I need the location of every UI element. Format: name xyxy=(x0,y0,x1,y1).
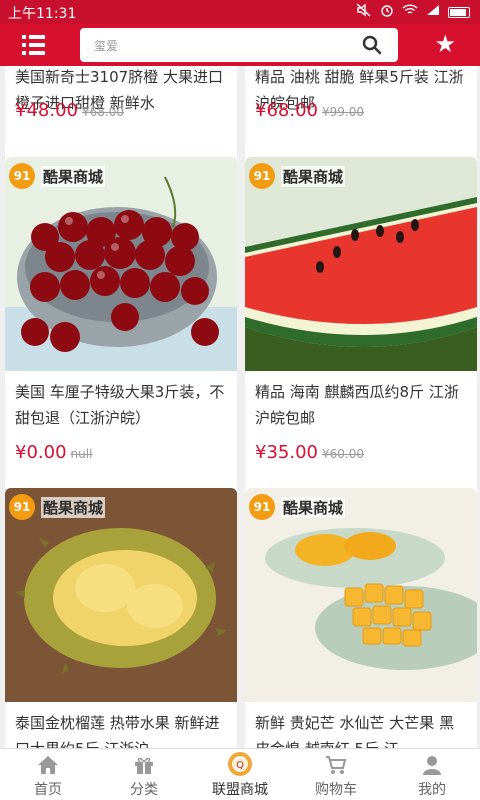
nav-label: 首页 xyxy=(34,782,62,798)
price-current: ¥48.00 xyxy=(15,100,78,121)
top-app-bar: 玺爱 ★ xyxy=(0,24,480,66)
product-card[interactable]: 91 酷果商城 新鲜 贵妃芒 水仙芒 大芒果 黑皮金煌 越南红 5斤 江 xyxy=(245,488,477,748)
brand-watermark: 91 酷果商城 xyxy=(9,163,106,189)
search-input[interactable]: 玺爱 xyxy=(80,28,398,62)
product-image-watermelon: 91 酷果商城 xyxy=(245,157,477,371)
product-title: 新鲜 贵妃芒 水仙芒 大芒果 黑皮金煌 越南红 5斤 江 xyxy=(255,714,455,748)
brand-name: 酷果商城 xyxy=(41,496,106,518)
battery-icon xyxy=(448,6,470,18)
product-title: 精品 海南 麒麟西瓜约8斤 江浙沪皖包邮 xyxy=(255,383,459,427)
brand-watermark: 91 酷果商城 xyxy=(9,494,106,520)
nav-label: 购物车 xyxy=(315,782,357,798)
product-image-cherries: 91 酷果商城 xyxy=(5,157,237,371)
cart-icon xyxy=(325,755,347,779)
product-image-durian: 91 酷果商城 xyxy=(5,488,237,702)
product-card[interactable]: 91 酷果商城 精品 海南 麒麟西瓜约8斤 江浙沪皖包邮 ¥35.00 ¥60.0… xyxy=(245,157,477,541)
price-current: ¥35.00 xyxy=(255,442,318,463)
nav-label: 联盟商城 xyxy=(212,782,268,798)
wifi-icon xyxy=(402,4,418,20)
nav-label: 我的 xyxy=(418,782,446,798)
price-current: ¥0.00 xyxy=(15,442,67,463)
brand-name: 酷果商城 xyxy=(281,496,346,518)
favorite-star-icon[interactable]: ★ xyxy=(434,32,456,56)
product-title: 泰国金枕榴莲 热带水果 新鲜进口大果约5斤 江浙沪 xyxy=(15,714,220,748)
brand-watermark: 91 酷果商城 xyxy=(249,494,346,520)
mute-icon xyxy=(356,3,372,21)
product-card[interactable]: 91 酷果商城 美国 车厘子特级大果3斤装，不甜包退（江浙沪皖） ¥0.00 nu… xyxy=(5,157,237,541)
nav-cart[interactable]: 购物车 xyxy=(288,749,384,800)
nav-category[interactable]: 分类 xyxy=(96,749,192,800)
nav-label: 分类 xyxy=(130,782,158,798)
search-placeholder: 玺爱 xyxy=(94,39,119,53)
signal-icon xyxy=(426,4,440,20)
store-badge-icon: Q xyxy=(227,751,253,781)
brand-watermark: 91 酷果商城 xyxy=(249,163,346,189)
product-grid: 美国新奇士3107脐橙 大果进口橙子进口甜橙 新鲜水 ¥48.00 ¥68.00 … xyxy=(0,66,480,748)
brand-name: 酷果商城 xyxy=(281,165,346,187)
bottom-navigation: 首页 分类 Q 联盟商城 购物车 我的 xyxy=(0,748,480,800)
brand-logo-icon: 91 xyxy=(9,163,35,189)
product-image-mango: 91 酷果商城 xyxy=(245,488,477,702)
price-original: ¥60.00 xyxy=(321,447,364,461)
product-price: ¥0.00 null xyxy=(15,442,92,463)
gift-icon xyxy=(133,755,155,779)
product-title: 美国 车厘子特级大果3斤装，不甜包退（江浙沪皖） xyxy=(15,383,225,427)
menu-list-button[interactable] xyxy=(22,30,56,60)
price-current: ¥68.00 xyxy=(255,100,318,121)
nav-alliance-mall[interactable]: Q 联盟商城 xyxy=(192,749,288,800)
product-price: ¥35.00 ¥60.00 xyxy=(255,442,364,463)
search-icon[interactable] xyxy=(362,35,382,59)
nav-mine[interactable]: 我的 xyxy=(384,749,480,800)
brand-logo-icon: 91 xyxy=(249,494,275,520)
home-icon xyxy=(37,755,59,779)
nav-home[interactable]: 首页 xyxy=(0,749,96,800)
product-price: ¥68.00 ¥99.00 xyxy=(255,100,364,121)
price-original: null xyxy=(70,447,93,461)
user-icon xyxy=(421,755,443,779)
status-bar: 上午11:31 xyxy=(0,0,480,24)
alarm-icon xyxy=(380,3,394,21)
product-price: ¥48.00 ¥68.00 xyxy=(15,100,124,121)
price-original: ¥99.00 xyxy=(321,105,364,119)
svg-text:Q: Q xyxy=(236,760,244,771)
brand-logo-icon: 91 xyxy=(9,494,35,520)
product-card[interactable]: 91 酷果商城 泰国金枕榴莲 热带水果 新鲜进口大果约5斤 江浙沪 xyxy=(5,488,237,748)
brand-name: 酷果商城 xyxy=(41,165,106,187)
brand-logo-icon: 91 xyxy=(249,163,275,189)
status-time: 上午11:31 xyxy=(8,6,77,22)
status-icons xyxy=(356,3,470,21)
price-original: ¥68.00 xyxy=(81,105,124,119)
